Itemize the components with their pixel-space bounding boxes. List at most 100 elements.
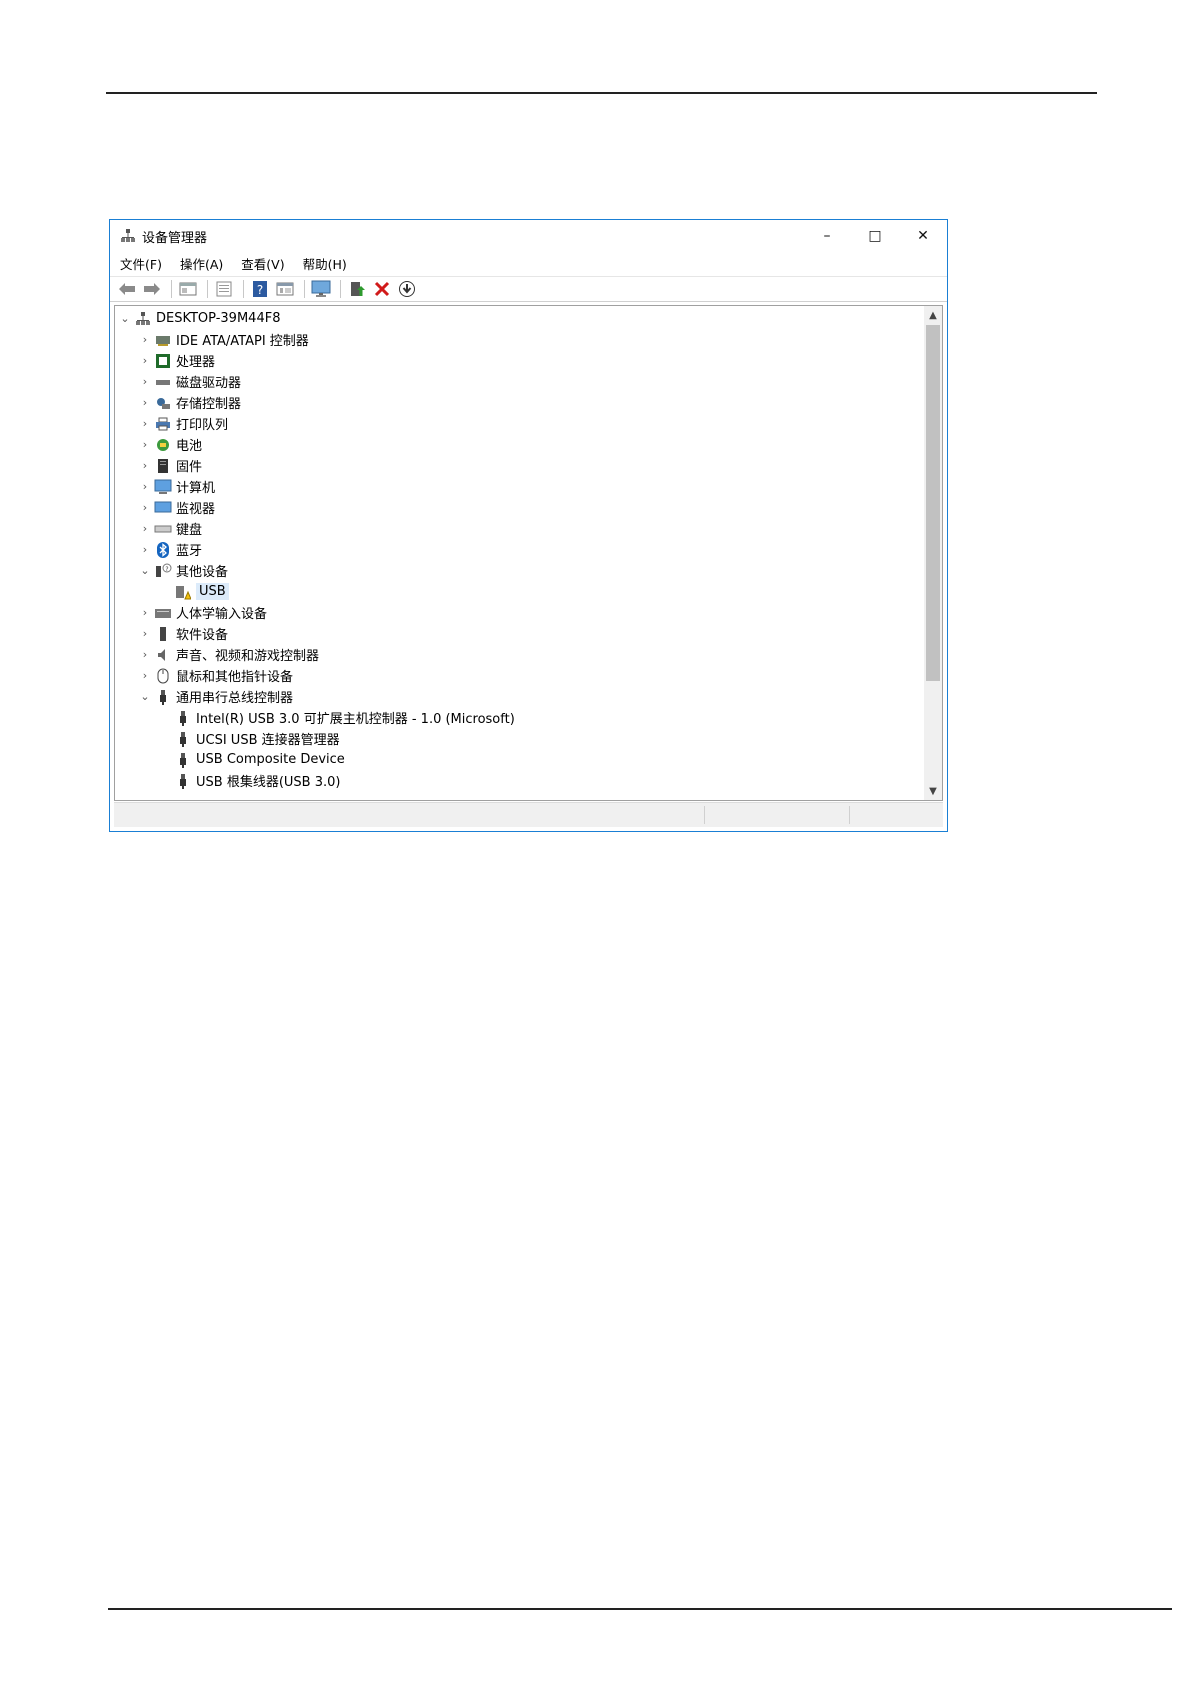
toolbar-separator xyxy=(304,280,305,298)
tree-item-label: 处理器 xyxy=(176,355,216,370)
chevron-right-icon[interactable]: › xyxy=(139,669,151,682)
usb-icon xyxy=(174,730,192,748)
tree-child-item[interactable]: USB Composite Device xyxy=(159,749,345,770)
tree-child-item[interactable]: Intel(R) USB 3.0 可扩展主机控制器 - 1.0 (Microso… xyxy=(159,707,515,728)
tree-item[interactable]: › 电池 xyxy=(139,434,202,455)
menu-help[interactable]: 帮助(H) xyxy=(303,254,347,273)
chevron-down-icon[interactable]: ⌄ xyxy=(119,312,131,325)
forward-arrow-icon[interactable] xyxy=(141,279,163,299)
tree-item[interactable]: › 磁盘驱动器 xyxy=(139,371,241,392)
chevron-right-icon[interactable]: › xyxy=(139,333,151,346)
close-icon: ✕ xyxy=(917,227,929,244)
tree-child-item[interactable]: USB xyxy=(159,581,229,602)
toolbar-separator xyxy=(243,280,244,298)
window-title: 设备管理器 xyxy=(142,231,208,246)
computer-icon xyxy=(154,478,172,496)
update-driver-icon[interactable] xyxy=(346,279,368,299)
details-icon[interactable] xyxy=(213,279,235,299)
monitor-icon xyxy=(154,499,172,517)
chevron-right-icon[interactable]: › xyxy=(139,375,151,388)
tree-child-item[interactable]: USB 根集线器(USB 3.0) xyxy=(159,770,340,791)
tree-child-label: USB Composite Device xyxy=(196,752,345,767)
footer-rule xyxy=(108,1608,1172,1610)
menu-bar: 文件(F) 操作(A) 查看(V) 帮助(H) xyxy=(110,251,947,275)
chevron-right-icon[interactable]: › xyxy=(139,417,151,430)
keyboard-icon xyxy=(154,520,172,538)
tree-item[interactable]: ⌄ ? 其他设备 xyxy=(139,560,228,581)
tree-item[interactable]: › 声音、视频和游戏控制器 xyxy=(139,644,319,665)
tree-item[interactable]: › 处理器 xyxy=(139,350,215,371)
tree-child-item[interactable]: UCSI USB 连接器管理器 xyxy=(159,728,340,749)
chevron-right-icon[interactable]: › xyxy=(139,522,151,535)
monitor-icon[interactable] xyxy=(310,279,332,299)
chevron-down-icon[interactable]: ⌄ xyxy=(139,690,151,703)
download-icon[interactable] xyxy=(396,279,418,299)
storage-controller-icon xyxy=(154,394,172,412)
device-manager-icon xyxy=(120,228,136,244)
chevron-right-icon[interactable]: › xyxy=(139,543,151,556)
usb-icon xyxy=(174,772,192,790)
minimize-button[interactable]: – xyxy=(803,220,851,251)
tree-item-label: 通用串行总线控制器 xyxy=(176,691,294,706)
scroll-up-icon[interactable]: ▲ xyxy=(924,306,942,324)
close-button[interactable]: ✕ xyxy=(899,220,947,251)
tree-root[interactable]: ⌄ DESKTOP-39M44F8 xyxy=(119,308,280,329)
tree-item[interactable]: › 存储控制器 xyxy=(139,392,241,413)
chevron-right-icon[interactable]: › xyxy=(139,396,151,409)
tree-item[interactable]: › 鼠标和其他指针设备 xyxy=(139,665,293,686)
back-arrow-icon[interactable] xyxy=(116,279,138,299)
toolbar-separator xyxy=(340,280,341,298)
chevron-right-icon[interactable]: › xyxy=(139,480,151,493)
tree-item[interactable]: › 计算机 xyxy=(139,476,215,497)
tree-item[interactable]: ⌄ 通用串行总线控制器 xyxy=(139,686,293,707)
chevron-right-icon[interactable]: › xyxy=(139,438,151,451)
maximize-button[interactable]: □ xyxy=(851,220,899,251)
status-divider xyxy=(704,806,705,824)
tree-item[interactable]: › 人体学输入设备 xyxy=(139,602,267,623)
tree-item[interactable]: › IDE ATA/ATAPI 控制器 xyxy=(139,329,309,350)
menu-view[interactable]: 查看(V) xyxy=(241,254,284,273)
chevron-right-icon[interactable]: › xyxy=(139,354,151,367)
vertical-scrollbar[interactable]: ▲ ▼ xyxy=(924,306,942,800)
help-icon[interactable]: ? xyxy=(249,279,271,299)
toolbar-separator xyxy=(207,280,208,298)
tree-item[interactable]: › 蓝牙 xyxy=(139,539,202,560)
tree-item[interactable]: › 固件 xyxy=(139,455,202,476)
title-bar[interactable]: 设备管理器 – □ ✕ xyxy=(110,220,947,251)
tree-item[interactable]: › 监视器 xyxy=(139,497,215,518)
device-manager-window: 设备管理器 – □ ✕ 文件(F) 操作(A) 查看(V) 帮助(H) ? ⌄ … xyxy=(109,219,948,832)
tree-item[interactable]: › 键盘 xyxy=(139,518,202,539)
tree-item-label: 声音、视频和游戏控制器 xyxy=(176,649,320,664)
uninstall-icon[interactable] xyxy=(371,279,393,299)
usb-icon xyxy=(174,709,192,727)
chevron-right-icon[interactable]: › xyxy=(139,606,151,619)
properties-icon[interactable] xyxy=(177,279,199,299)
tree-item-label: 计算机 xyxy=(176,481,216,496)
svg-text:?: ? xyxy=(257,283,263,297)
view-icon[interactable] xyxy=(274,279,296,299)
speaker-icon xyxy=(154,646,172,664)
mouse-icon xyxy=(154,667,172,685)
status-divider xyxy=(849,806,850,824)
menu-action[interactable]: 操作(A) xyxy=(180,254,223,273)
tree-item[interactable]: › 打印队列 xyxy=(139,413,228,434)
tree-root-label: DESKTOP-39M44F8 xyxy=(156,311,281,326)
tree-item-label: 键盘 xyxy=(176,523,203,538)
chevron-down-icon[interactable]: ⌄ xyxy=(139,564,151,577)
chevron-right-icon[interactable]: › xyxy=(139,648,151,661)
tree-item[interactable]: › 软件设备 xyxy=(139,623,228,644)
chevron-right-icon[interactable]: › xyxy=(139,459,151,472)
printer-icon xyxy=(154,415,172,433)
chevron-right-icon[interactable]: › xyxy=(139,627,151,640)
hid-icon xyxy=(154,604,172,622)
device-tree[interactable]: ⌄ DESKTOP-39M44F8 › IDE ATA/ATAPI 控制器 › … xyxy=(115,306,924,800)
tree-item-label: 固件 xyxy=(176,460,203,475)
toolbar: ? xyxy=(110,276,947,302)
device-tree-panel: ⌄ DESKTOP-39M44F8 › IDE ATA/ATAPI 控制器 › … xyxy=(114,305,943,801)
chevron-right-icon[interactable]: › xyxy=(139,501,151,514)
bluetooth-icon xyxy=(154,541,172,559)
scrollbar-thumb[interactable] xyxy=(926,325,940,681)
scroll-down-icon[interactable]: ▼ xyxy=(924,782,942,800)
menu-file[interactable]: 文件(F) xyxy=(120,254,162,273)
tree-item-label: 其他设备 xyxy=(176,565,229,580)
